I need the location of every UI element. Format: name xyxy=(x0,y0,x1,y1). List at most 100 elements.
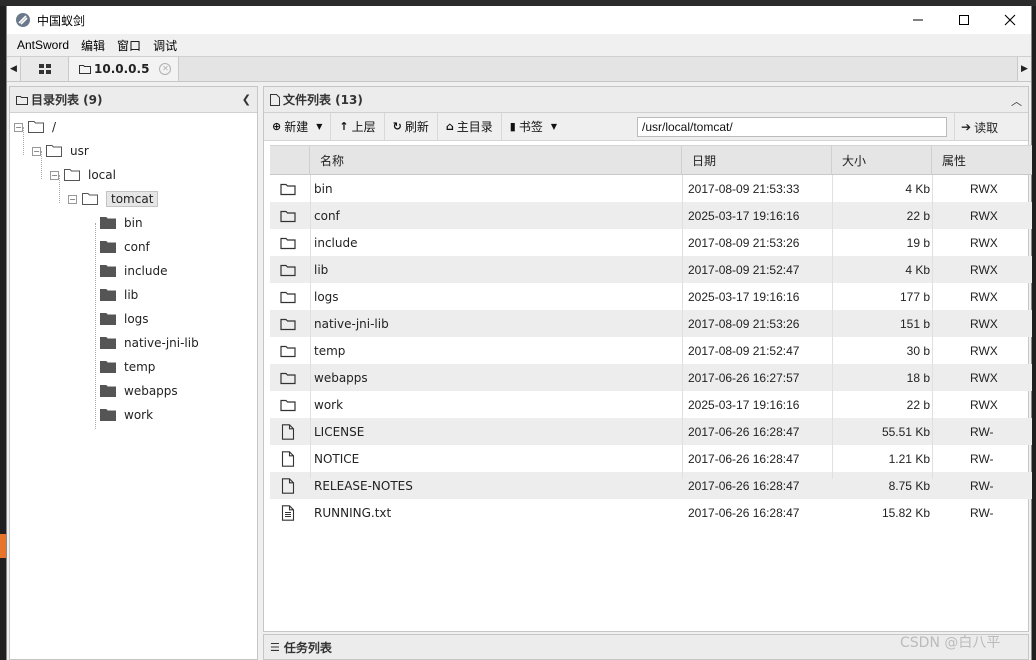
up-button[interactable]: ↑ 上层 xyxy=(331,112,385,141)
watermark: CSDN @白八平 xyxy=(900,635,1001,651)
tree-collapse-toggle[interactable]: − xyxy=(32,146,41,156)
file-size: 22 b xyxy=(906,208,930,223)
minimize-icon xyxy=(913,19,923,21)
menu-debug[interactable]: 调试 xyxy=(147,37,183,54)
caret-down-icon: ▼ xyxy=(316,122,323,131)
home-button[interactable]: ⌂ 主目录 xyxy=(438,112,502,141)
column-date-header[interactable]: 日期 xyxy=(682,146,832,175)
file-row-icon-cell xyxy=(280,364,300,391)
file-date: 2025-03-17 19:16:16 xyxy=(688,289,800,304)
file-attr: RW- xyxy=(970,451,994,466)
tree-node[interactable]: work xyxy=(86,405,153,425)
file-attr: RW- xyxy=(970,478,994,493)
file-row[interactable]: lib 2017-08-09 21:52:47 4 Kb RWX xyxy=(270,256,1032,283)
tab-scroll-left-button[interactable]: ◀ xyxy=(7,57,21,81)
file-panel-header: 文件列表 (13) ︿ xyxy=(264,87,1028,113)
tree-collapse-toggle[interactable]: − xyxy=(68,194,77,204)
file-size: 1.21 Kb xyxy=(888,451,930,466)
file-row[interactable]: LICENSE 2017-06-26 16:28:47 55.51 Kb RW- xyxy=(270,418,1032,445)
file-attr: RWX xyxy=(970,235,998,250)
tree-collapse-toggle[interactable]: − xyxy=(14,122,23,132)
collapse-panel-button[interactable]: ❮ xyxy=(242,93,251,106)
title-bar[interactable]: 中国蚁剑 xyxy=(7,6,1031,34)
menu-antsword[interactable]: AntSword xyxy=(11,38,75,52)
file-size: 15.82 Kb xyxy=(881,505,930,520)
file-row[interactable]: RUNNING.txt 2017-06-26 16:28:47 15.82 Kb RW… xyxy=(270,499,1032,526)
column-icon-header xyxy=(270,146,310,175)
tree-node-label: bin xyxy=(124,216,143,230)
file-row-icon-cell xyxy=(280,229,300,256)
file-name: temp xyxy=(314,343,346,358)
tree-node[interactable]: lib xyxy=(86,285,138,305)
file-attr: RWX xyxy=(970,289,998,304)
file-attr: RWX xyxy=(970,316,998,331)
tree-node[interactable]: webapps xyxy=(86,381,178,401)
tab-bar: ◀ 10.0.0.5 ✕ ▶ xyxy=(7,56,1031,82)
folder-icon xyxy=(100,217,116,229)
column-name-header[interactable]: 名称 xyxy=(310,146,682,175)
refresh-button[interactable]: ↻ 刷新 xyxy=(385,112,438,141)
tab-close-icon[interactable]: ✕ xyxy=(159,63,172,75)
tree-node-label: / xyxy=(52,120,57,134)
maximize-icon xyxy=(959,15,969,25)
menu-window[interactable]: 窗口 xyxy=(111,37,147,54)
tab-home[interactable] xyxy=(21,57,69,81)
file-row[interactable]: work 2025-03-17 19:16:16 22 b RWX xyxy=(270,391,1032,418)
tree-node-label: temp xyxy=(124,360,156,374)
file-row[interactable]: include 2017-08-09 21:53:26 19 b RWX xyxy=(270,229,1032,256)
new-button[interactable]: ⊕ 新建 ▼ xyxy=(264,112,332,141)
collapse-file-panel-button[interactable]: ︿ xyxy=(1011,93,1022,109)
tree-collapse-toggle[interactable]: − xyxy=(50,170,59,180)
file-name: conf xyxy=(314,208,340,223)
file-row-icon-cell xyxy=(280,391,300,418)
tree-node[interactable]: native-jni-lib xyxy=(86,333,199,353)
menu-bar: AntSword 编辑 窗口 调试 xyxy=(7,34,1031,56)
menu-edit[interactable]: 编辑 xyxy=(75,37,111,54)
task-panel-title: 任务列表 xyxy=(283,640,332,655)
window-title: 中国蚁剑 xyxy=(37,13,86,28)
close-button[interactable] xyxy=(987,6,1033,34)
file-attr: RWX xyxy=(970,370,998,385)
file-row-icon-cell xyxy=(280,310,300,337)
file-panel-title: 文件列表 (13) xyxy=(283,93,363,107)
file-row[interactable]: logs 2025-03-17 19:16:16 177 b RWX xyxy=(270,283,1032,310)
panel-splitter[interactable] xyxy=(258,86,262,660)
path-input[interactable] xyxy=(637,117,947,137)
file-attr: RWX xyxy=(970,208,998,223)
read-button[interactable]: ➔ 读取 xyxy=(954,113,1004,141)
folder-icon xyxy=(100,385,116,397)
file-row[interactable]: NOTICE 2017-06-26 16:28:47 1.21 Kb RW- xyxy=(270,445,1032,472)
column-separator xyxy=(832,175,833,479)
directory-tree: − / − usr − local − tomcat bin conf include lib logs… xyxy=(10,113,257,653)
tree-node[interactable]: − tomcat xyxy=(68,189,159,209)
maximize-button[interactable] xyxy=(941,6,987,34)
file-row[interactable]: RELEASE-NOTES 2017-06-26 16:28:47 8.75 Kb R… xyxy=(270,472,1032,499)
column-size-header[interactable]: 大小 xyxy=(832,146,932,175)
tree-node[interactable]: include xyxy=(86,261,167,281)
text-file-icon xyxy=(281,504,295,521)
folder-icon xyxy=(280,372,296,384)
folder-icon xyxy=(280,264,296,276)
column-separator xyxy=(682,175,683,479)
file-name: bin xyxy=(314,181,333,196)
file-date: 2017-06-26 16:28:47 xyxy=(688,505,800,520)
column-attr-header[interactable]: 属性 xyxy=(932,146,1032,175)
file-attr: RW- xyxy=(970,505,994,520)
file-row[interactable]: conf 2025-03-17 19:16:16 22 b RWX xyxy=(270,202,1032,229)
file-row[interactable]: webapps 2017-06-26 16:27:57 18 b RWX xyxy=(270,364,1032,391)
folder-icon xyxy=(280,345,296,357)
folder-icon xyxy=(280,318,296,330)
file-row[interactable]: temp 2017-08-09 21:52:47 30 b RWX xyxy=(270,337,1032,364)
tree-node[interactable]: − / xyxy=(14,117,56,137)
file-attr: RWX xyxy=(970,181,998,196)
file-row[interactable]: bin 2017-08-09 21:53:33 4 Kb RWX xyxy=(270,175,1032,202)
bookmark-button[interactable]: ▮ 书签 ▼ xyxy=(502,113,565,141)
tab-shell-session[interactable]: 10.0.0.5 ✕ xyxy=(69,57,179,81)
tree-node[interactable]: temp xyxy=(86,357,155,377)
home-button-label: 主目录 xyxy=(456,120,493,134)
directory-panel: 目录列表 (9) ❮ − / − usr − local − tomcat bin conf inc… xyxy=(9,86,258,660)
tab-scroll-right-button[interactable]: ▶ xyxy=(1017,57,1031,81)
minimize-button[interactable] xyxy=(895,6,941,34)
folder-open-icon xyxy=(28,121,44,133)
file-row[interactable]: native-jni-lib 2017-08-09 21:53:26 151 b RW… xyxy=(270,310,1032,337)
